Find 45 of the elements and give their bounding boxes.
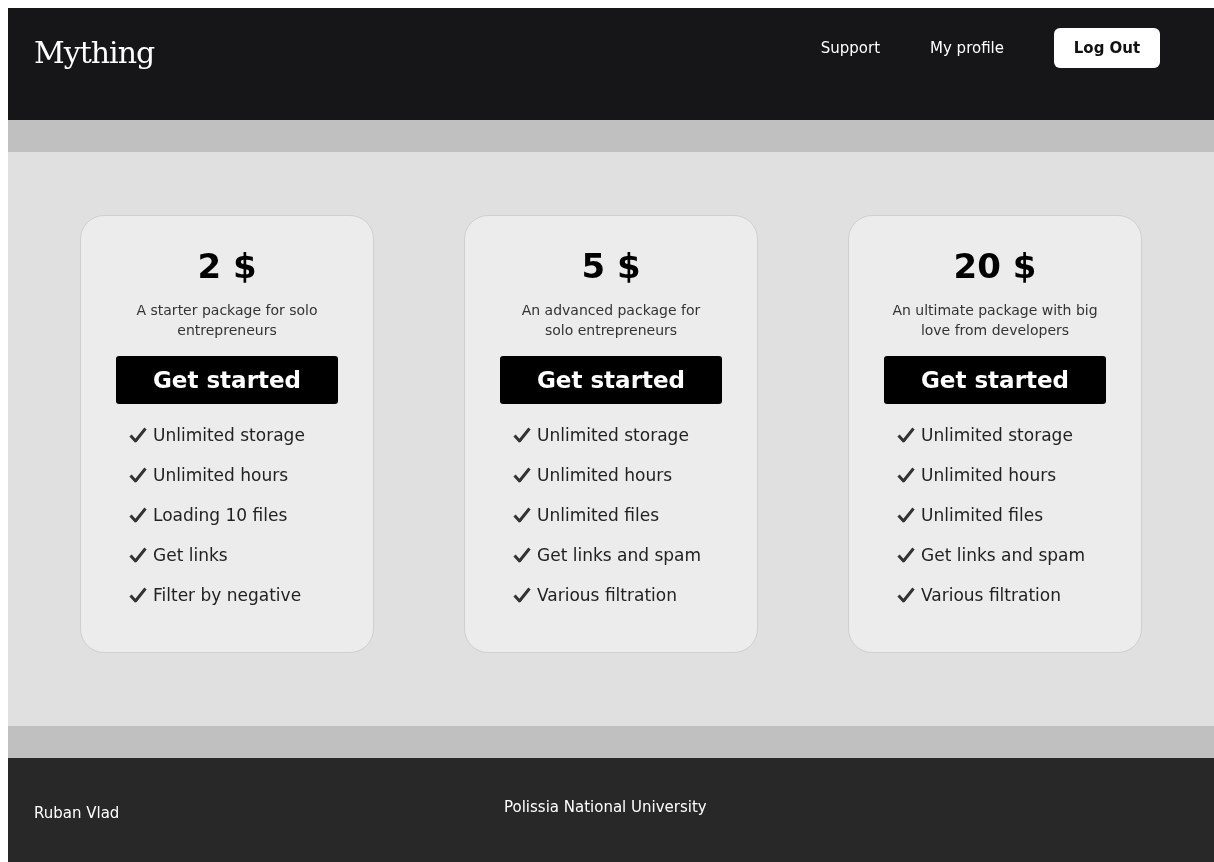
get-started-button[interactable]: Get started xyxy=(500,355,722,404)
author-name: Ruban Vlad xyxy=(34,804,121,823)
check-icon xyxy=(897,427,915,444)
feature-text: Various filtration xyxy=(537,583,677,607)
check-icon xyxy=(513,507,531,524)
feature-text: Get links xyxy=(153,543,228,567)
feature-text: Various filtration xyxy=(921,583,1061,607)
plan-price: 5 $ xyxy=(581,245,641,286)
plan-description: A starter package for solo entrepreneurs xyxy=(135,300,319,340)
university-name: Polissia National University xyxy=(504,798,707,817)
feature-text: Unlimited storage xyxy=(921,423,1073,447)
feature-text: Unlimited hours xyxy=(921,463,1057,487)
logout-button[interactable]: Log Out xyxy=(1054,27,1160,68)
check-icon xyxy=(513,547,531,564)
check-icon xyxy=(129,507,147,524)
check-icon xyxy=(513,587,531,604)
check-icon xyxy=(897,547,915,564)
feature-text: Unlimited storage xyxy=(537,423,689,447)
feature-text: Unlimited storage xyxy=(153,423,305,447)
check-icon xyxy=(513,467,531,484)
plan-price: 20 $ xyxy=(953,245,1037,286)
nav-link[interactable]: My profile xyxy=(930,38,1004,57)
check-icon xyxy=(513,427,531,444)
feature-text: Get links and spam xyxy=(537,543,702,567)
plan-description: An ultimate package with big love from developers xyxy=(891,300,1099,340)
logo: Mything xyxy=(34,35,155,71)
check-icon xyxy=(129,427,147,444)
nav-link[interactable]: Support xyxy=(820,38,881,57)
check-icon xyxy=(897,587,915,604)
feature-text: Get links and spam xyxy=(921,543,1086,567)
check-icon xyxy=(129,547,147,564)
check-icon xyxy=(129,587,147,604)
plan-price: 2 $ xyxy=(197,245,257,286)
check-icon xyxy=(897,507,915,524)
feature-text: Unlimited files xyxy=(921,503,1043,527)
get-started-button[interactable]: Get started xyxy=(884,355,1106,404)
plan-description: An advanced package for solo entrepreneurs xyxy=(520,300,702,340)
check-icon xyxy=(129,467,147,484)
feature-text: Unlimited files xyxy=(537,503,659,527)
get-started-button[interactable]: Get started xyxy=(116,355,338,404)
feature-text: Filter by negative xyxy=(153,583,302,607)
check-icon xyxy=(897,467,915,484)
feature-text: Unlimited hours xyxy=(153,463,289,487)
feature-text: Loading 10 files xyxy=(153,503,288,527)
feature-text: Unlimited hours xyxy=(537,463,673,487)
